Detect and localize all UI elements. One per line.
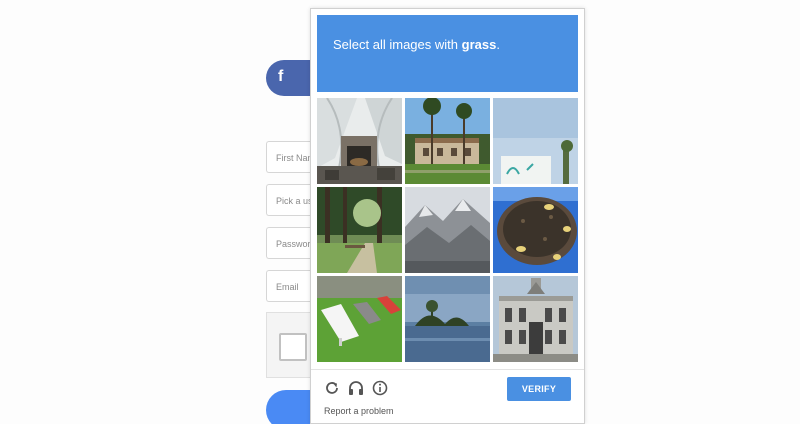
instruction-suffix: . — [496, 37, 500, 52]
instruction-target: grass — [461, 37, 497, 52]
captcha-tile-6[interactable] — [493, 187, 578, 273]
footer-divider — [311, 369, 584, 370]
report-problem-link[interactable]: Report a problem — [324, 406, 394, 416]
captcha-tile-1[interactable] — [317, 98, 402, 184]
captcha-tile-4[interactable] — [317, 187, 402, 273]
info-icon[interactable] — [371, 379, 389, 397]
captcha-tile-5[interactable] — [405, 187, 490, 273]
captcha-challenge-dialog: Select all images with grass. VERIFY Rep… — [310, 8, 585, 424]
captcha-tile-8[interactable] — [405, 276, 490, 362]
headphones-icon[interactable] — [347, 379, 365, 397]
reload-icon[interactable] — [323, 379, 341, 397]
captcha-instructions: Select all images with grass. — [317, 15, 578, 92]
captcha-tile-3[interactable] — [493, 98, 578, 184]
facebook-icon: f — [278, 68, 284, 85]
captcha-tile-2[interactable] — [405, 98, 490, 184]
verify-button[interactable]: VERIFY — [507, 377, 571, 401]
instruction-prefix: Select all images with — [333, 37, 462, 52]
captcha-image-grid — [317, 98, 578, 363]
page: f First Nan Pick a us Passwor Email Sele… — [0, 0, 800, 424]
captcha-tile-9[interactable] — [493, 276, 578, 362]
captcha-tile-7[interactable] — [317, 276, 402, 362]
recaptcha-checkbox[interactable] — [279, 333, 307, 361]
